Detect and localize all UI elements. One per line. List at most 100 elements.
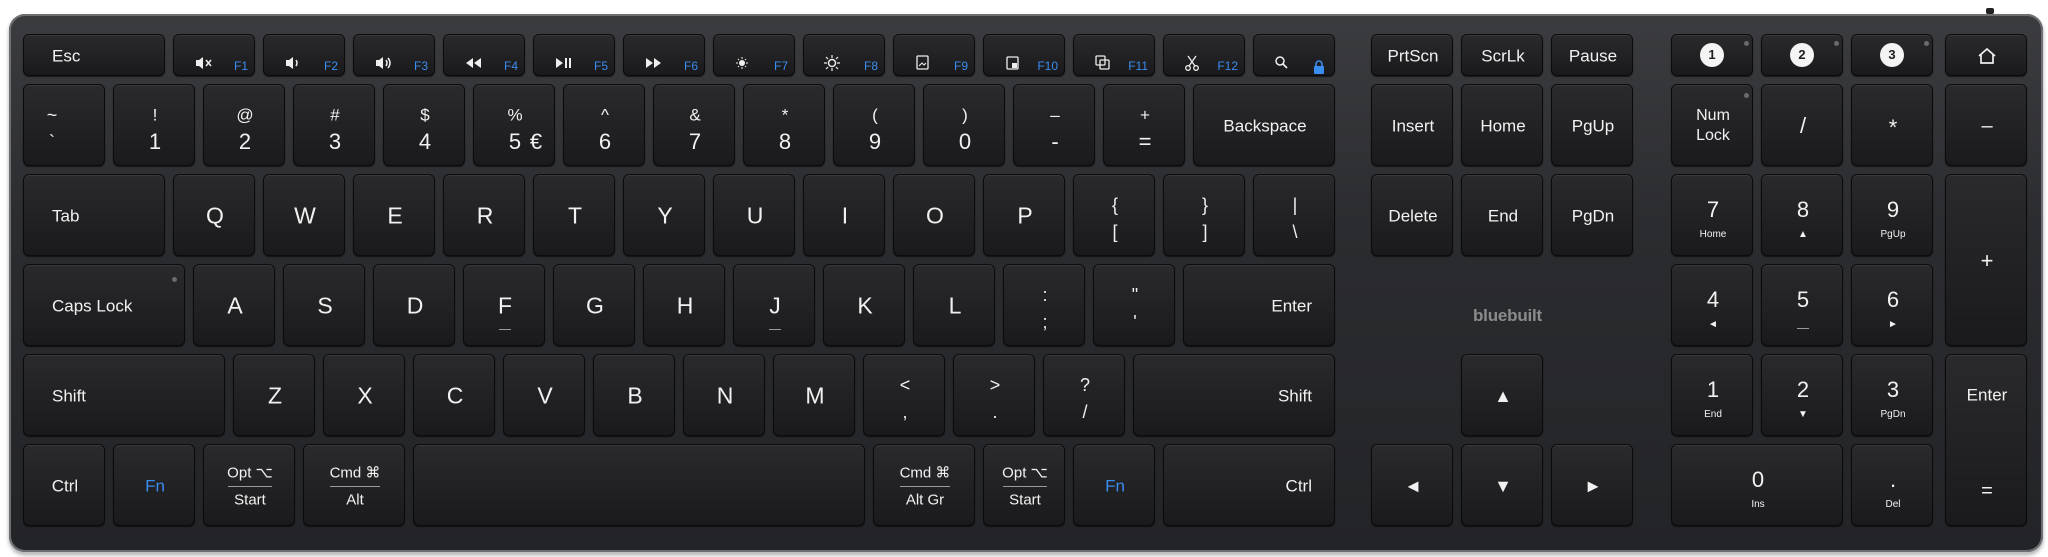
key-shift-left[interactable]: Shift [23, 354, 225, 436]
key-p[interactable]: P [983, 174, 1065, 256]
key-num-9[interactable]: 9 PgUp [1851, 174, 1933, 256]
key-num-5[interactable]: 5 [1761, 264, 1843, 346]
key-bracket-right[interactable]: } ] [1163, 174, 1245, 256]
key-e[interactable]: E [353, 174, 435, 256]
key-opt-right[interactable]: Opt ⌥ Start [983, 444, 1065, 526]
key-l[interactable]: L [913, 264, 995, 346]
key-num-enter[interactable]: Enter = [1945, 354, 2027, 526]
key-z[interactable]: Z [233, 354, 315, 436]
key-space[interactable] [413, 444, 865, 526]
key-num-4[interactable]: 4 ◄ [1671, 264, 1753, 346]
key-tilde[interactable]: ~ ` [23, 84, 105, 166]
key-j[interactable]: J [733, 264, 815, 346]
key-5[interactable]: % 5 € [473, 84, 555, 166]
key-c[interactable]: C [413, 354, 495, 436]
key-f6[interactable]: F6 [623, 34, 705, 76]
key-semicolon[interactable]: : ; [1003, 264, 1085, 346]
key-num-slash[interactable]: / [1761, 84, 1843, 166]
key-arrow-left[interactable]: ◄ [1371, 444, 1453, 526]
key-num-minus[interactable]: – [1945, 84, 2027, 166]
key-slash[interactable]: ? / [1043, 354, 1125, 436]
key-m[interactable]: M [773, 354, 855, 436]
key-scrlk[interactable]: ScrLk [1461, 34, 1543, 76]
key-bt3[interactable]: 3 [1851, 34, 1933, 76]
key-comma[interactable]: < , [863, 354, 945, 436]
key-pgdn[interactable]: PgDn [1551, 174, 1633, 256]
power-switch[interactable] [1986, 8, 1994, 14]
key-shift-right[interactable]: Shift [1133, 354, 1335, 436]
key-v[interactable]: V [503, 354, 585, 436]
key-6[interactable]: ^ 6 [563, 84, 645, 166]
key-minus[interactable]: – - [1013, 84, 1095, 166]
key-i[interactable]: I [803, 174, 885, 256]
key-a[interactable]: A [193, 264, 275, 346]
key-bt1[interactable]: 1 [1671, 34, 1753, 76]
key-num-dot[interactable]: . Del [1851, 444, 1933, 526]
key-0[interactable]: ) 0 [923, 84, 1005, 166]
key-tab[interactable]: Tab [23, 174, 165, 256]
key-f7[interactable]: F7 [713, 34, 795, 76]
key-fn-left[interactable]: Fn [113, 444, 195, 526]
key-f5[interactable]: F5 [533, 34, 615, 76]
key-2[interactable]: @ 2 [203, 84, 285, 166]
key-u[interactable]: U [713, 174, 795, 256]
key-cmd-right[interactable]: Cmd ⌘ Alt Gr [873, 444, 975, 526]
key-n[interactable]: N [683, 354, 765, 436]
key-backspace[interactable]: Backspace [1193, 84, 1335, 166]
key-prtscn[interactable]: PrtScn [1371, 34, 1453, 76]
key-end[interactable]: End [1461, 174, 1543, 256]
key-h[interactable]: H [643, 264, 725, 346]
key-f11[interactable]: F11 [1073, 34, 1155, 76]
key-f2[interactable]: F2 [263, 34, 345, 76]
key-f10[interactable]: F10 [983, 34, 1065, 76]
key-backslash[interactable]: | \ [1253, 174, 1335, 256]
key-f12[interactable]: F12 [1163, 34, 1245, 76]
key-q[interactable]: Q [173, 174, 255, 256]
key-equals[interactable]: + = [1103, 84, 1185, 166]
key-fn-right[interactable]: Fn [1073, 444, 1155, 526]
key-insert[interactable]: Insert [1371, 84, 1453, 166]
key-ctrl-right[interactable]: Ctrl [1163, 444, 1335, 526]
key-9[interactable]: ( 9 [833, 84, 915, 166]
key-search-lock[interactable] [1253, 34, 1335, 76]
key-opt-left[interactable]: Opt ⌥ Start [203, 444, 295, 526]
key-d[interactable]: D [373, 264, 455, 346]
key-8[interactable]: * 8 [743, 84, 825, 166]
key-s[interactable]: S [283, 264, 365, 346]
key-f3[interactable]: F3 [353, 34, 435, 76]
key-f8[interactable]: F8 [803, 34, 885, 76]
key-o[interactable]: O [893, 174, 975, 256]
key-r[interactable]: R [443, 174, 525, 256]
key-num-1[interactable]: 1 End [1671, 354, 1753, 436]
key-bracket-left[interactable]: { [ [1073, 174, 1155, 256]
key-home[interactable]: Home [1461, 84, 1543, 166]
key-arrow-down[interactable]: ▼ [1461, 444, 1543, 526]
key-cmd-left[interactable]: Cmd ⌘ Alt [303, 444, 405, 526]
key-period[interactable]: > . [953, 354, 1035, 436]
key-bt2[interactable]: 2 [1761, 34, 1843, 76]
key-esc[interactable]: Esc [23, 34, 165, 76]
key-num-lock[interactable]: Num Lock [1671, 84, 1753, 166]
key-num-2[interactable]: 2 ▼ [1761, 354, 1843, 436]
key-ctrl-left[interactable]: Ctrl [23, 444, 105, 526]
key-pgup[interactable]: PgUp [1551, 84, 1633, 166]
key-num-6[interactable]: 6 ► [1851, 264, 1933, 346]
key-7[interactable]: & 7 [653, 84, 735, 166]
key-enter[interactable]: Enter [1183, 264, 1335, 346]
key-delete[interactable]: Delete [1371, 174, 1453, 256]
key-num-3[interactable]: 3 PgDn [1851, 354, 1933, 436]
key-f[interactable]: F [463, 264, 545, 346]
key-b[interactable]: B [593, 354, 675, 436]
key-f1[interactable]: F1 [173, 34, 255, 76]
key-g[interactable]: G [553, 264, 635, 346]
key-4[interactable]: $ 4 [383, 84, 465, 166]
key-num-plus[interactable]: + [1945, 174, 2027, 346]
key-num-star[interactable]: * [1851, 84, 1933, 166]
key-pause[interactable]: Pause [1551, 34, 1633, 76]
key-x[interactable]: X [323, 354, 405, 436]
key-1[interactable]: ! 1 [113, 84, 195, 166]
key-t[interactable]: T [533, 174, 615, 256]
key-num-7[interactable]: 7 Home [1671, 174, 1753, 256]
key-num-8[interactable]: 8 ▲ [1761, 174, 1843, 256]
key-num-0[interactable]: 0 Ins [1671, 444, 1843, 526]
